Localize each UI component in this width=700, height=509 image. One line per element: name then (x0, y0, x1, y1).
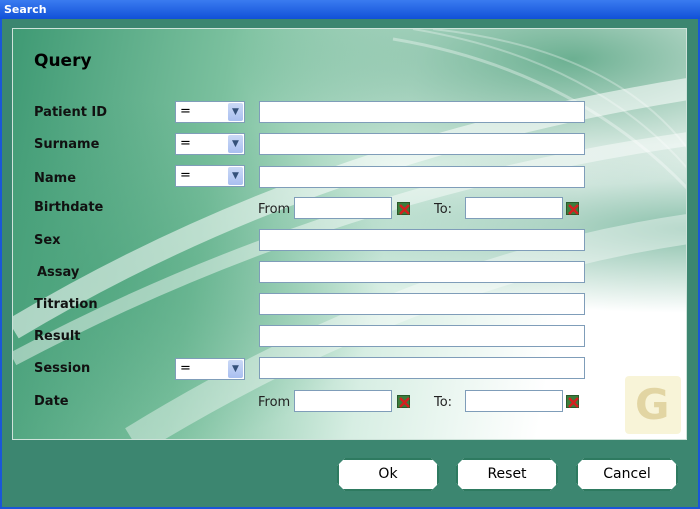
patient-id-operator-select[interactable]: = ▼ (175, 101, 245, 123)
clear-x-icon[interactable] (566, 202, 579, 215)
date-label: Date (34, 394, 69, 409)
name-operator-select[interactable]: = ▼ (175, 165, 245, 187)
date-to-input[interactable] (465, 390, 563, 412)
reset-button[interactable]: Reset (456, 458, 558, 491)
session-operator-value: = (180, 361, 191, 376)
chevron-down-icon[interactable]: ▼ (228, 360, 243, 378)
chevron-down-icon[interactable]: ▼ (228, 167, 243, 185)
session-operator-select[interactable]: = ▼ (175, 358, 245, 380)
clear-x-icon[interactable] (397, 202, 410, 215)
window-titlebar[interactable]: Search (0, 0, 700, 19)
titration-input[interactable] (259, 293, 585, 315)
sex-label: Sex (34, 233, 61, 248)
name-operator-value: = (180, 168, 191, 183)
surname-operator-value: = (180, 136, 191, 151)
assay-label: Assay (37, 265, 80, 280)
assay-input[interactable] (259, 261, 585, 283)
titration-label: Titration (34, 297, 98, 312)
clear-x-icon[interactable] (397, 395, 410, 408)
chevron-down-icon[interactable]: ▼ (228, 103, 243, 121)
session-label: Session (34, 361, 91, 376)
query-panel: Query Patient ID = ▼ Surname = ▼ Name = … (12, 28, 687, 440)
patient-id-input[interactable] (259, 101, 585, 123)
g-logo-icon: G (625, 376, 681, 434)
birthdate-from-label: From (258, 202, 291, 217)
sex-input[interactable] (259, 229, 585, 251)
session-input[interactable] (259, 357, 585, 379)
patient-id-operator-value: = (180, 104, 191, 119)
patient-id-label: Patient ID (34, 105, 108, 120)
date-from-input[interactable] (294, 390, 392, 412)
surname-operator-select[interactable]: = ▼ (175, 133, 245, 155)
surname-label: Surname (34, 137, 100, 152)
ok-button[interactable]: Ok (337, 458, 439, 491)
query-heading: Query (34, 51, 92, 71)
name-label: Name (34, 171, 77, 186)
date-from-label: From (258, 395, 291, 410)
result-label: Result (34, 329, 81, 344)
name-input[interactable] (259, 166, 585, 188)
cancel-button[interactable]: Cancel (576, 458, 678, 491)
birthdate-from-input[interactable] (294, 197, 392, 219)
birthdate-to-input[interactable] (465, 197, 563, 219)
result-input[interactable] (259, 325, 585, 347)
date-to-label: To: (434, 395, 453, 410)
chevron-down-icon[interactable]: ▼ (228, 135, 243, 153)
birthdate-to-label: To: (434, 202, 453, 217)
surname-input[interactable] (259, 133, 585, 155)
window-title: Search (4, 3, 47, 16)
birthdate-label: Birthdate (34, 200, 104, 215)
clear-x-icon[interactable] (566, 395, 579, 408)
